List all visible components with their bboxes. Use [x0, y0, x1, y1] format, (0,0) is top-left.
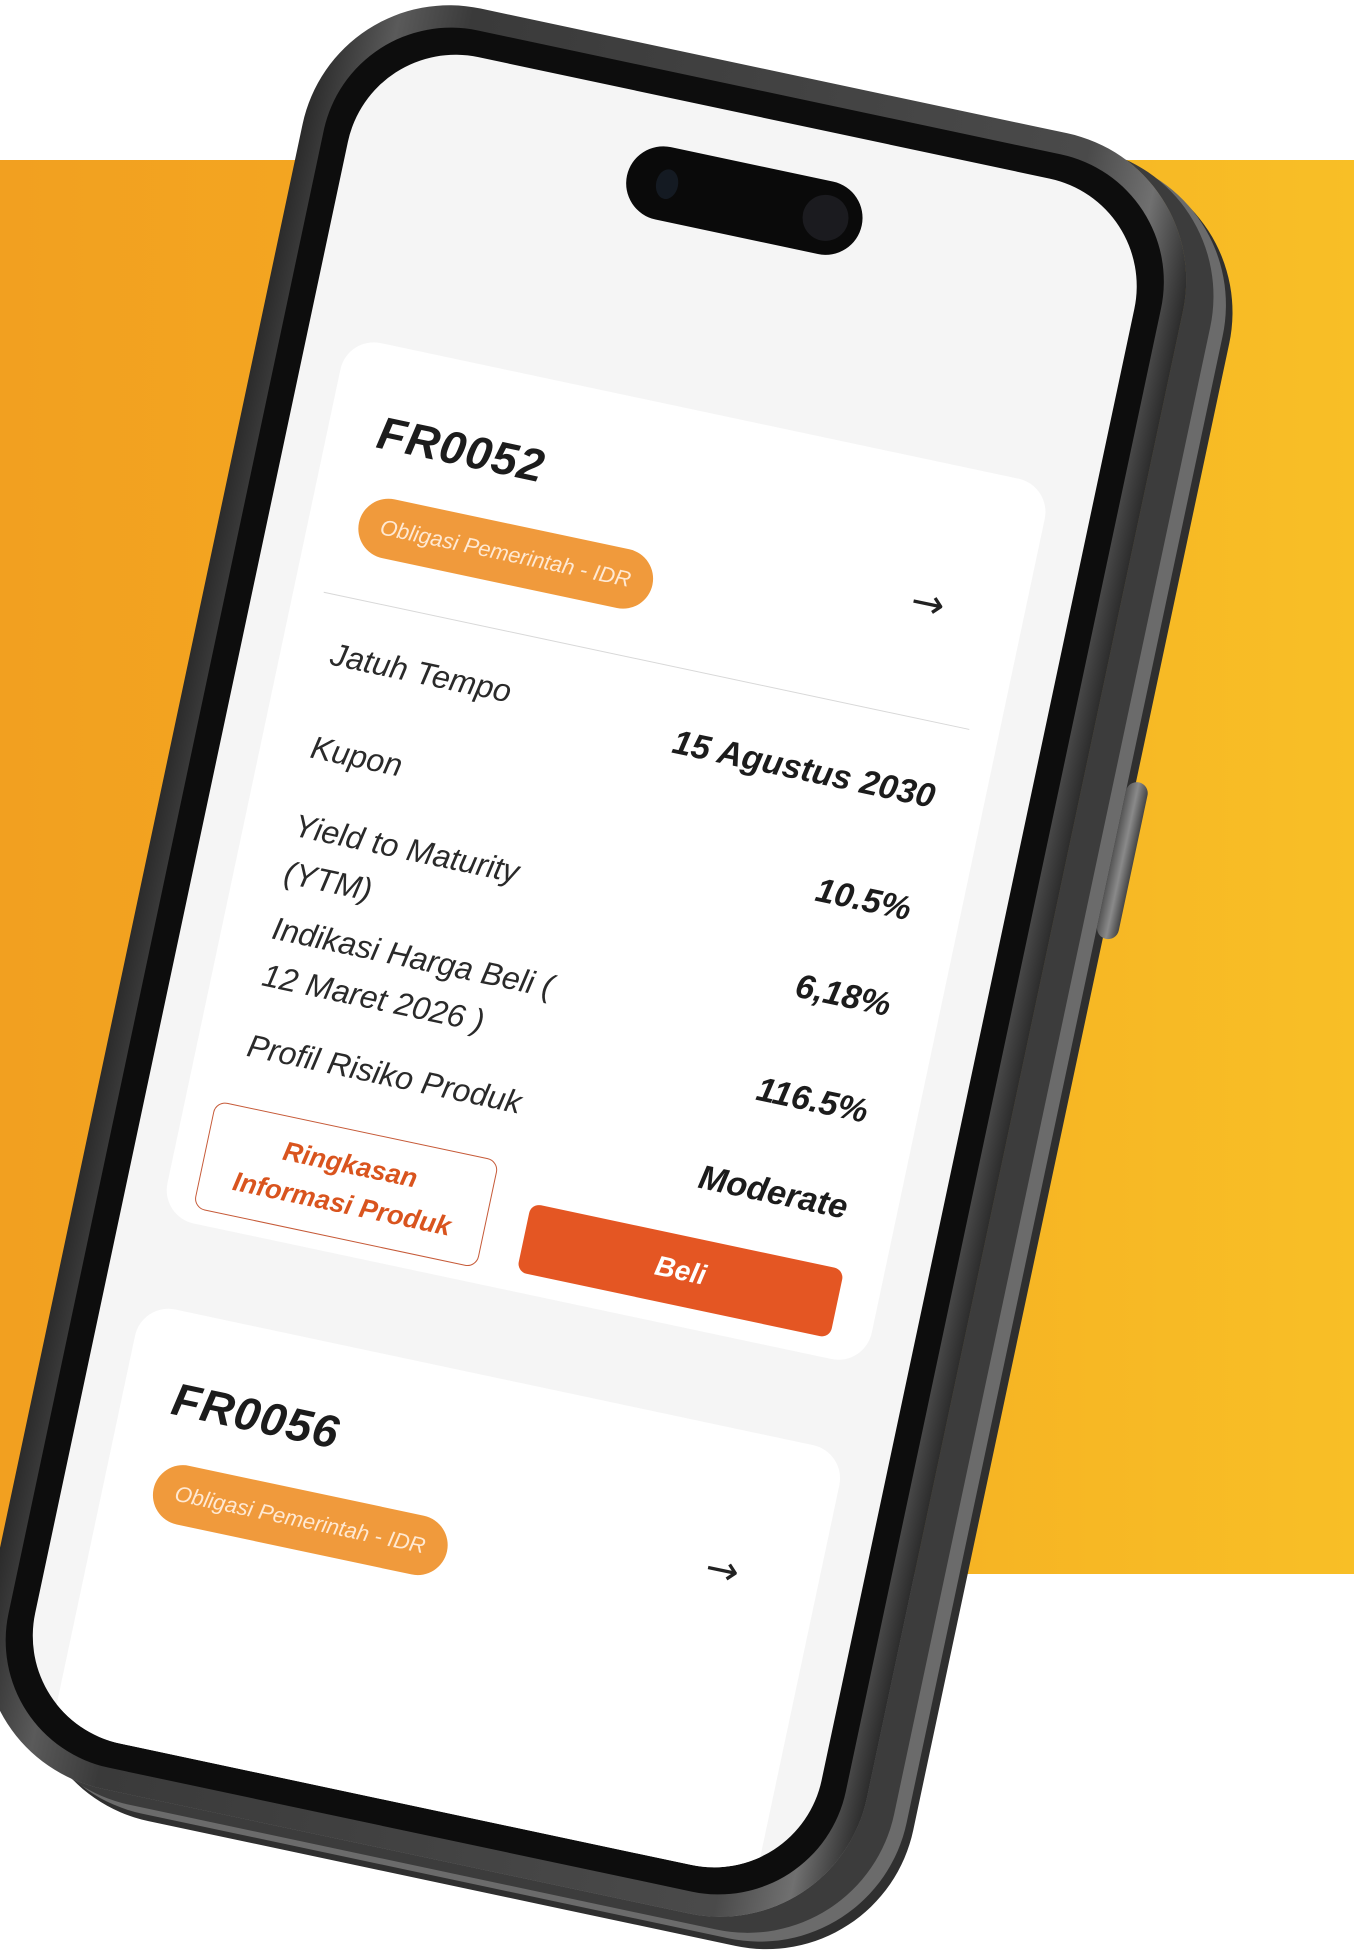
detail-value: 116.5%	[753, 1070, 872, 1131]
sensor-icon	[653, 167, 681, 202]
arrow-right-icon[interactable]: →	[907, 578, 949, 630]
bond-type-badge: Obligasi Pemerintah - IDR	[352, 493, 659, 615]
detail-value: Moderate	[695, 1157, 852, 1227]
camera-icon	[798, 190, 853, 246]
dynamic-island	[619, 139, 870, 262]
buy-button[interactable]: Beli	[516, 1203, 845, 1339]
arrow-right-icon[interactable]: →	[701, 1544, 743, 1596]
bond-code: FR0052	[372, 406, 550, 493]
bond-code: FR0056	[167, 1372, 345, 1459]
bond-card[interactable]: FR0052 Obligasi Pemerintah - IDR → Jatuh…	[160, 336, 1052, 1367]
bond-type-badge: Obligasi Pemerintah - IDR	[147, 1459, 453, 1581]
detail-value: 15 Agustus 2030	[669, 723, 939, 816]
detail-label: Jatuh Tempo	[327, 635, 515, 710]
